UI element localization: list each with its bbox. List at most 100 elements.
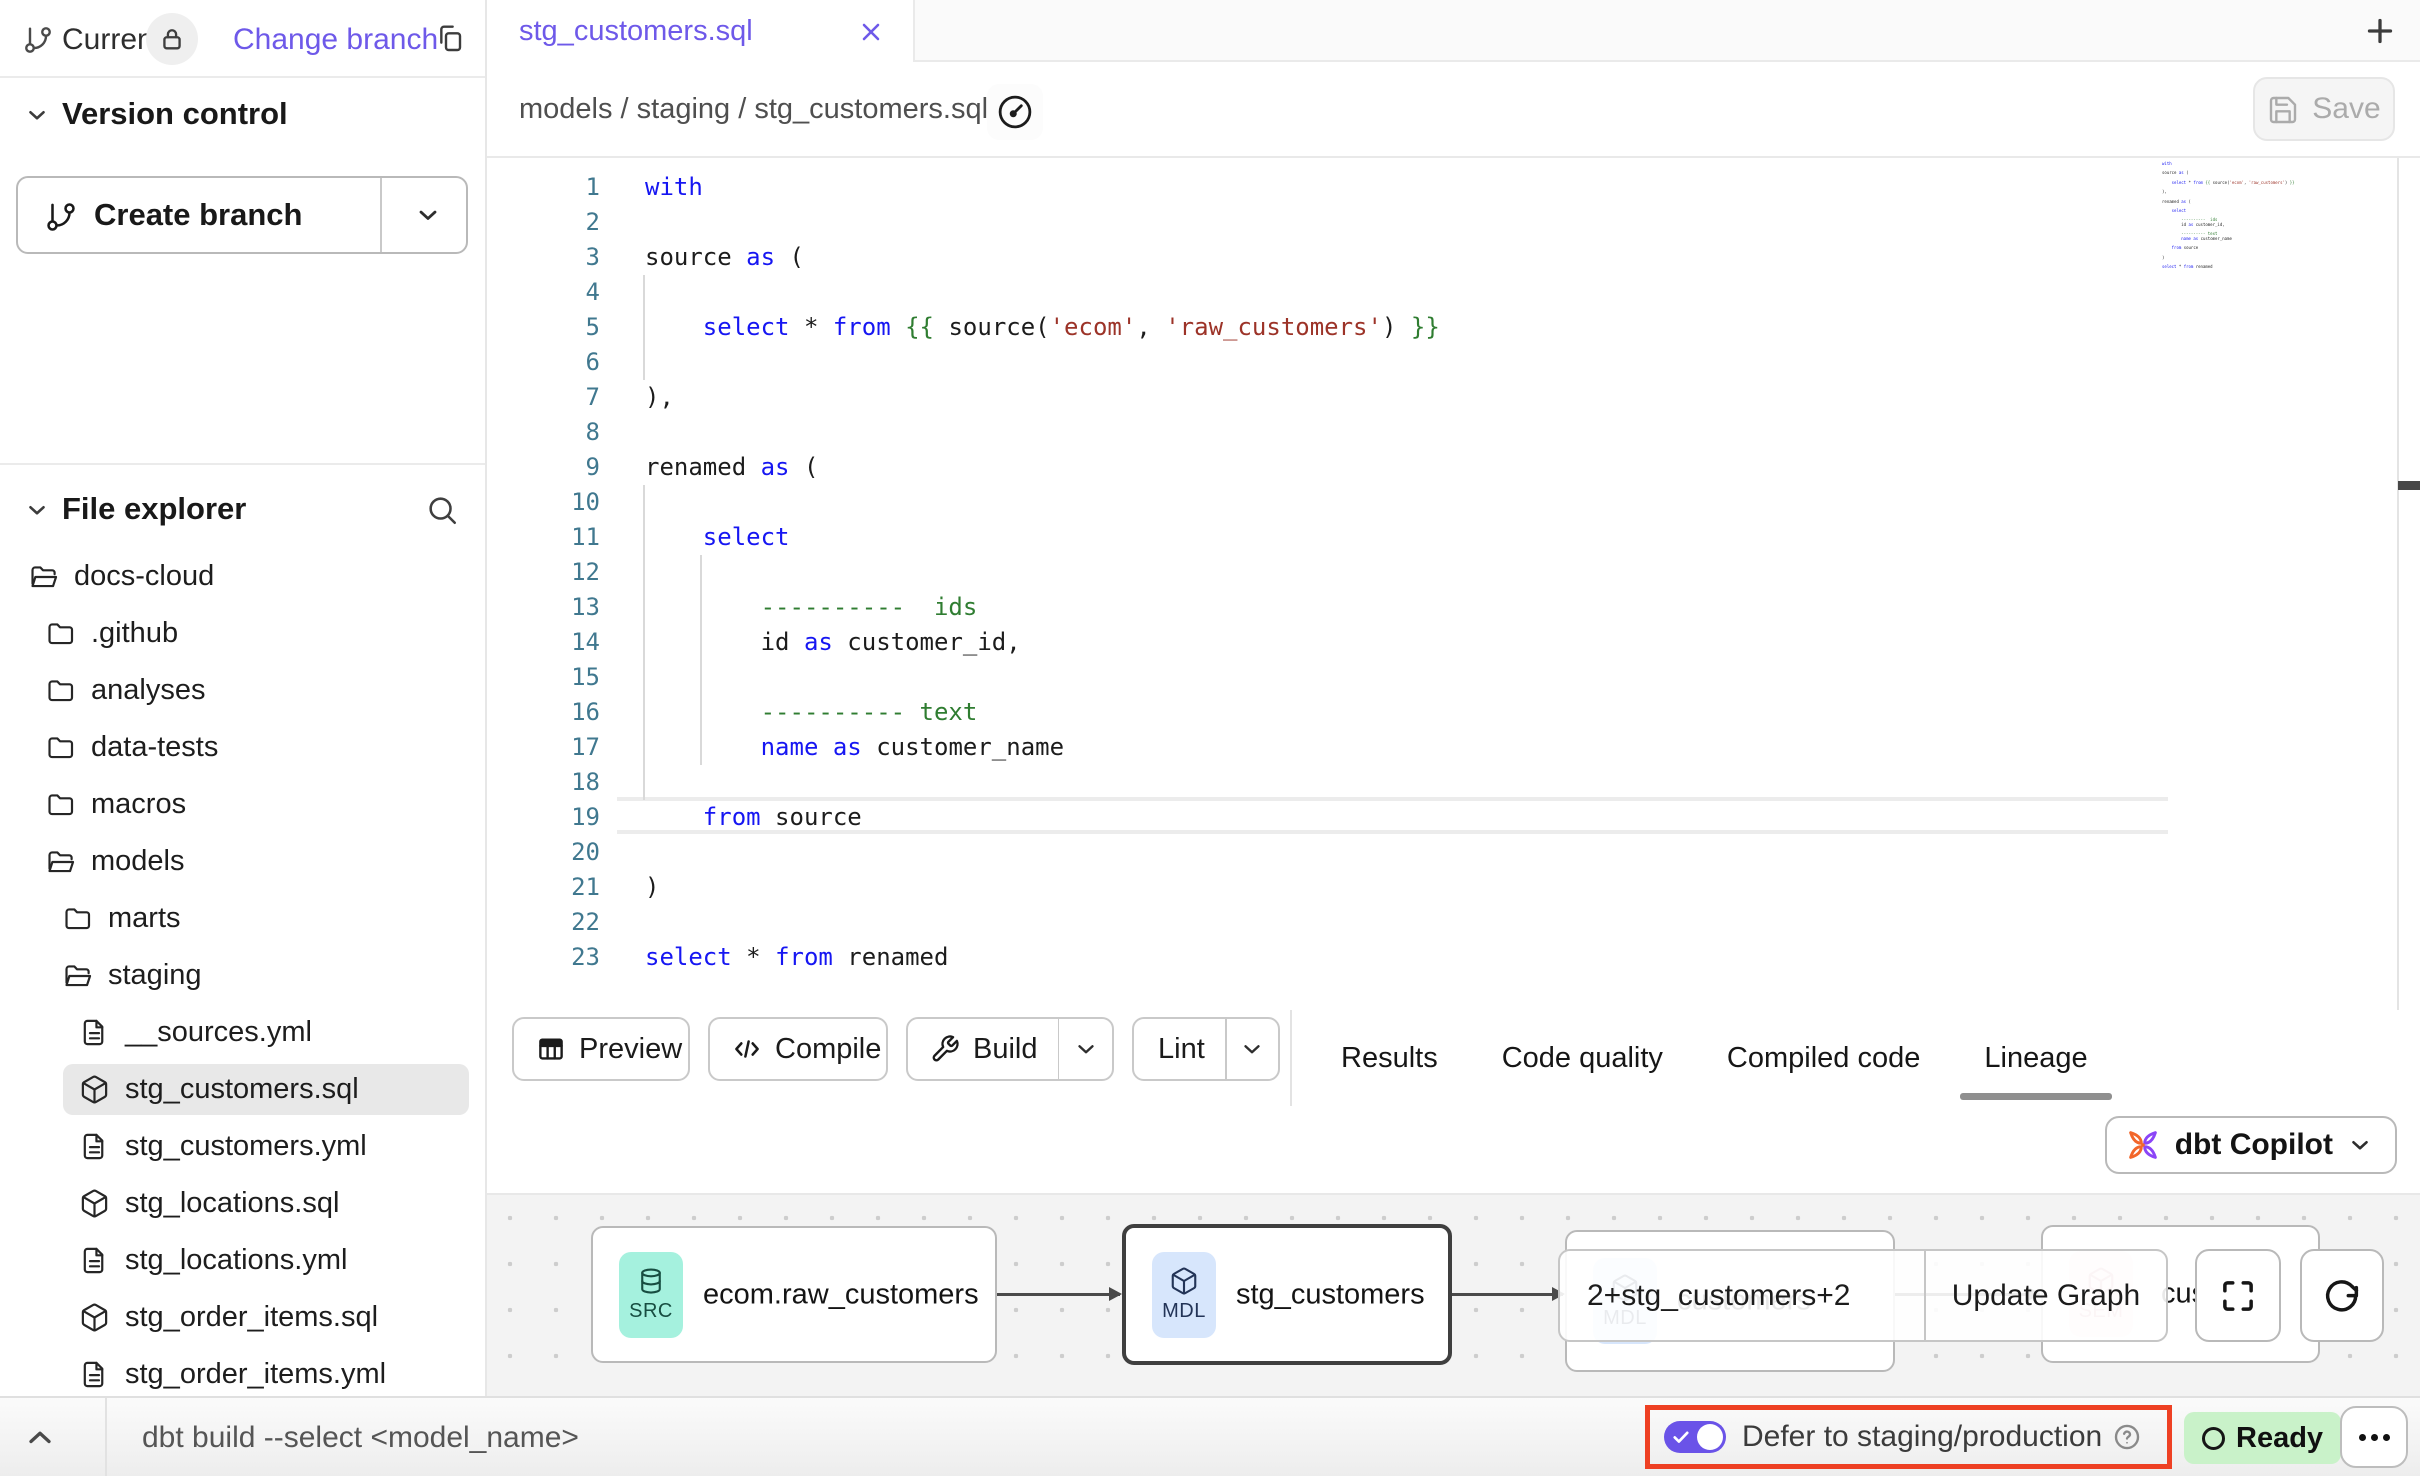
- lineage-edge: [1452, 1293, 1563, 1296]
- code-line[interactable]: 13 ---------- ids: [487, 590, 2420, 625]
- file-tree-item-stg-order-items-sql[interactable]: stg_order_items.sql: [0, 1289, 485, 1346]
- lint-button[interactable]: Lint: [1132, 1017, 1280, 1081]
- code-line[interactable]: 9renamed as (: [487, 450, 2420, 485]
- search-icon[interactable]: [425, 493, 459, 527]
- defer-toggle[interactable]: [1664, 1421, 1726, 1453]
- defer-annotation-box: Defer to staging/production: [1645, 1405, 2172, 1469]
- code-line[interactable]: 8: [487, 415, 2420, 450]
- command-input[interactable]: dbt build --select <model_name>: [142, 1421, 579, 1455]
- build-button[interactable]: Build: [906, 1017, 1114, 1081]
- line-number: 9: [487, 450, 600, 485]
- close-icon[interactable]: [857, 18, 885, 46]
- file-tree-label: __sources.yml: [125, 1016, 312, 1049]
- file-tree-item-stg-customers-sql[interactable]: stg_customers.sql: [0, 1061, 485, 1118]
- file-tree-item-staging[interactable]: staging: [0, 947, 485, 1004]
- version-control-header[interactable]: Version control: [0, 88, 485, 142]
- file-tree-item--sources-yml[interactable]: __sources.yml: [0, 1004, 485, 1061]
- code-line[interactable]: 16 ---------- text: [487, 695, 2420, 730]
- src-badge: SRC: [619, 1252, 683, 1338]
- code-line[interactable]: 12: [487, 555, 2420, 590]
- lineage-graph[interactable]: SRCecom.raw_customersMDLstg_customersMDL…: [487, 1193, 2420, 1396]
- code-line[interactable]: 11 select: [487, 520, 2420, 555]
- chevron-down-icon[interactable]: [1059, 1036, 1112, 1062]
- code-line[interactable]: 21): [487, 870, 2420, 905]
- code-line[interactable]: 17 name as customer_name: [487, 730, 2420, 765]
- code-line[interactable]: 4: [487, 275, 2420, 310]
- code-line[interactable]: 5 select * from {{ source('ecom', 'raw_c…: [487, 310, 2420, 345]
- chevron-down-icon[interactable]: [414, 201, 442, 229]
- panel-tab-compiled-code[interactable]: Compiled code: [1713, 1010, 1934, 1106]
- panel-tab-results[interactable]: Results: [1327, 1010, 1452, 1106]
- copy-icon[interactable]: [434, 22, 466, 54]
- chevron-down-icon[interactable]: [1227, 1036, 1278, 1062]
- maximize-icon: [2217, 1275, 2259, 1317]
- file-tree-label: stg_locations.sql: [125, 1187, 339, 1220]
- code-line[interactable]: 19 from source: [487, 800, 2420, 835]
- code-line[interactable]: 3source as (: [487, 240, 2420, 275]
- panel-tabs: Results Code quality Compiled code Lineage: [1327, 1010, 2102, 1106]
- code-line[interactable]: 23select * from renamed: [487, 940, 2420, 975]
- code-editor[interactable]: 1with2 3source as (4 5 select * from {{ …: [487, 158, 2420, 1010]
- code-line[interactable]: 22: [487, 905, 2420, 940]
- editor-scrollbar[interactable]: [2397, 158, 2420, 1010]
- file-icon: [79, 1245, 110, 1276]
- preview-label: Preview: [579, 1033, 682, 1066]
- file-tree-item-analyses[interactable]: analyses: [0, 662, 485, 719]
- code-line[interactable]: 18: [487, 765, 2420, 800]
- code-line[interactable]: 7),: [487, 380, 2420, 415]
- code-icon: [732, 1034, 762, 1064]
- file-tree-item-stg-locations-yml[interactable]: stg_locations.yml: [0, 1232, 485, 1289]
- file-tree-item-stg-customers-yml[interactable]: stg_customers.yml: [0, 1118, 485, 1175]
- code-line[interactable]: 14 id as customer_id,: [487, 625, 2420, 660]
- gauge-icon[interactable]: [987, 84, 1043, 140]
- table-icon: [536, 1034, 566, 1064]
- save-button[interactable]: Save: [2253, 77, 2395, 141]
- fullscreen-button[interactable]: [2195, 1249, 2281, 1342]
- indent-guide: [643, 275, 645, 380]
- preview-button[interactable]: Preview: [512, 1017, 690, 1081]
- line-number: 14: [487, 625, 600, 660]
- lineage-selector-input[interactable]: 2+stg_customers+2: [1560, 1251, 1924, 1340]
- dbt-copilot-label: dbt Copilot: [2175, 1128, 2333, 1162]
- file-tree-item-docs-cloud[interactable]: docs-cloud: [0, 548, 485, 605]
- tab-stg-customers-sql[interactable]: stg_customers.sql: [487, 0, 915, 64]
- file-explorer-title: File explorer: [62, 491, 246, 527]
- file-tree-item-models[interactable]: models: [0, 833, 485, 890]
- lineage-node-stg-customers[interactable]: MDLstg_customers: [1122, 1224, 1452, 1365]
- code-line[interactable]: 2: [487, 205, 2420, 240]
- file-tree-item-stg-locations-sql[interactable]: stg_locations.sql: [0, 1175, 485, 1232]
- main-panel: stg_customers.sql models / staging / stg…: [487, 0, 2420, 1396]
- file-tree-item-stg-order-items-yml[interactable]: stg_order_items.yml: [0, 1346, 485, 1403]
- tab-label: stg_customers.sql: [519, 15, 753, 48]
- file-tree-item-marts[interactable]: marts: [0, 890, 485, 947]
- collapse-chevron-up-icon[interactable]: [22, 1419, 58, 1455]
- refresh-button[interactable]: [2300, 1249, 2384, 1342]
- button-divider: [380, 178, 382, 252]
- file-tree-item-macros[interactable]: macros: [0, 776, 485, 833]
- lineage-node-ecom-raw-customers[interactable]: SRCecom.raw_customers: [591, 1226, 997, 1363]
- toggle-knob: [1697, 1424, 1723, 1450]
- panel-tab-lineage[interactable]: Lineage: [1970, 1010, 2101, 1106]
- update-graph-button[interactable]: Update Graph: [1926, 1251, 2166, 1340]
- dbt-copilot-button[interactable]: dbt Copilot: [2105, 1116, 2397, 1174]
- file-tree-item--github[interactable]: .github: [0, 605, 485, 662]
- help-icon[interactable]: [2112, 1422, 2142, 1452]
- code-line[interactable]: 15: [487, 660, 2420, 695]
- create-branch-button[interactable]: Create branch: [16, 176, 468, 254]
- minimap[interactable]: with source as ( select * from {{ source…: [2162, 162, 2312, 270]
- code-line[interactable]: 20: [487, 835, 2420, 870]
- change-branch-link[interactable]: Change branch: [233, 23, 438, 57]
- model-icon: [79, 1074, 110, 1105]
- more-options-button[interactable]: [2340, 1406, 2408, 1468]
- folder-icon: [45, 618, 76, 649]
- code-line[interactable]: 1with: [487, 170, 2420, 205]
- panel-tab-code-quality[interactable]: Code quality: [1488, 1010, 1677, 1106]
- scrollbar-thumb[interactable]: [2398, 481, 2420, 490]
- file-tree-item-data-tests[interactable]: data-tests: [0, 719, 485, 776]
- code-line[interactable]: 10: [487, 485, 2420, 520]
- folder-open-icon: [28, 561, 59, 592]
- new-tab-plus-icon[interactable]: [2362, 13, 2398, 49]
- file-explorer-header[interactable]: File explorer: [0, 483, 485, 537]
- code-line[interactable]: 6: [487, 345, 2420, 380]
- compile-button[interactable]: Compile: [708, 1017, 888, 1081]
